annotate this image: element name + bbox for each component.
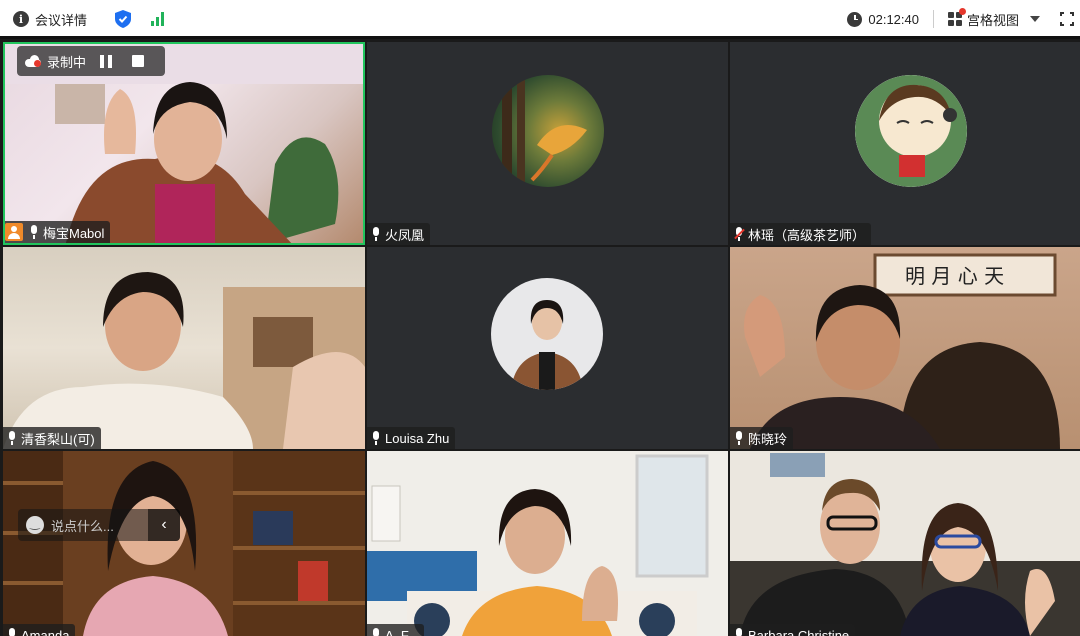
participant-name: 梅宝Mabol (43, 225, 105, 241)
participant-tile[interactable]: 明 月 心 天 陈晓玲 (730, 247, 1080, 449)
view-mode-label: 宫格视图 (966, 12, 1019, 28)
participant-name: Amanda (21, 627, 70, 636)
participant-name: Barbara Christine (748, 627, 850, 636)
microphone-icon (7, 628, 17, 636)
participant-name: 陈晓玲 (748, 431, 788, 447)
meeting-details-label[interactable]: 会议详情 (35, 10, 87, 29)
participant-video (730, 451, 1080, 636)
svg-text:明 月 心 天: 明 月 心 天 (905, 264, 1004, 288)
emoji-icon[interactable] (26, 516, 44, 534)
chevron-down-icon (1030, 16, 1040, 22)
video-grid: 梅宝Mabol 火凤凰 林瑶（高级茶艺师） 清香梨山(可) Louisa Zhu… (0, 39, 1080, 636)
microphone-icon (371, 431, 381, 445)
clock-icon (847, 11, 863, 27)
participant-name-tag: Amanda (3, 624, 76, 636)
stop-icon[interactable] (132, 55, 145, 67)
recording-status-label: 录制中 (47, 54, 87, 70)
meeting-toolbar: i 会议详情 02:12:40 宫格视图 (0, 0, 1080, 38)
participant-video: 明 月 心 天 (744, 253, 1060, 449)
participant-name: 火凤凰 (385, 227, 425, 243)
avatar (492, 75, 604, 187)
microphone-icon (734, 431, 744, 445)
grid-view-icon (947, 8, 966, 26)
avatar (855, 75, 967, 187)
participant-name-tag: 火凤凰 (367, 223, 431, 245)
meeting-info-group: i 会议详情 (0, 10, 165, 29)
participant-name-tag: 林瑶（高级茶艺师） (730, 223, 872, 245)
meeting-timer: 02:12:40 (868, 11, 919, 27)
participant-tile[interactable]: Louisa Zhu (367, 247, 728, 449)
host-badge-icon (5, 223, 23, 241)
avatar (491, 278, 603, 390)
participant-tile[interactable]: A. F... (367, 451, 728, 636)
participant-name: 林瑶（高级茶艺师） (748, 227, 866, 243)
pause-icon[interactable] (100, 54, 113, 68)
participant-video (367, 451, 728, 636)
participant-name-tag: Louisa Zhu (367, 427, 456, 449)
microphone-icon (734, 628, 744, 636)
view-mode-button[interactable]: 宫格视图 (947, 8, 1040, 29)
participant-video (3, 272, 365, 449)
participant-name-tag: Barbara Christine (730, 624, 856, 636)
participant-name-tag: 梅宝Mabol (5, 221, 111, 243)
participant-tile[interactable]: Barbara Christine (730, 451, 1080, 636)
chat-input[interactable]: 说点什么... ‹ (18, 509, 180, 541)
participant-name: 清香梨山(可) (21, 431, 95, 447)
fullscreen-icon[interactable] (1060, 12, 1074, 26)
participant-tile[interactable]: 火凤凰 (367, 42, 728, 245)
microphone-icon (371, 227, 381, 241)
participant-tile[interactable]: 清香梨山(可) (3, 247, 365, 449)
recording-controls: 录制中 (17, 46, 165, 76)
collapse-chevron-left-icon[interactable]: ‹ (148, 509, 180, 541)
participant-tile[interactable]: 林瑶（高级茶艺师） (730, 42, 1080, 245)
shield-icon[interactable] (115, 10, 132, 28)
cloud-record-icon (25, 55, 43, 67)
microphone-muted-icon (734, 227, 745, 241)
divider (932, 10, 934, 28)
network-signal-icon[interactable] (151, 12, 165, 26)
chat-placeholder[interactable]: 说点什么... (51, 516, 114, 535)
participant-name-tag: 清香梨山(可) (3, 427, 101, 449)
participant-name-tag: 陈晓玲 (730, 427, 794, 449)
microphone-icon (7, 431, 17, 445)
participant-name-tag: A. F... (367, 624, 425, 636)
info-icon[interactable]: i (13, 11, 29, 27)
microphone-icon (29, 225, 39, 239)
microphone-icon (371, 628, 381, 636)
participant-tile[interactable]: Amanda (3, 451, 365, 636)
participant-name: A. F... (385, 627, 419, 636)
participant-name: Louisa Zhu (385, 430, 450, 446)
participant-video (3, 451, 365, 636)
